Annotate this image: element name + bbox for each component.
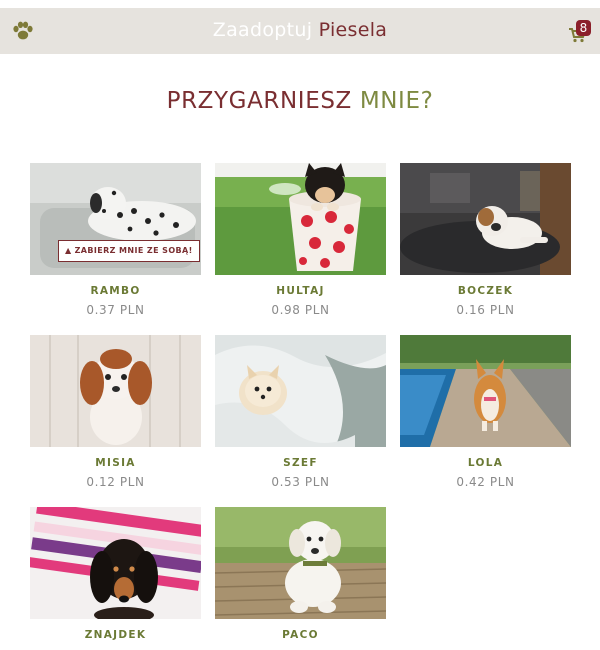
dog-card[interactable]: BOCZEK 0.16 PLN [400, 163, 571, 317]
adopt-button[interactable]: ▲ ZABIERZ MNIE ZE SOBĄ! [58, 240, 200, 262]
dog-card[interactable]: LOLA 0.42 PLN [400, 335, 571, 489]
dog-price: 0.37 PLN [86, 303, 145, 317]
dog-name[interactable]: LOLA [400, 457, 571, 469]
brand-title[interactable]: Zaadoptuj Piesela [0, 19, 600, 41]
dog-price: 0.16 PLN [456, 303, 515, 317]
page-title: PRZYGARNIESZ MNIE? [0, 88, 600, 114]
dog-photo[interactable] [30, 507, 201, 619]
dog-photo[interactable]: ▲ ZABIERZ MNIE ZE SOBĄ! [30, 163, 201, 275]
dog-name[interactable]: SZEF [215, 457, 386, 469]
dog-photo[interactable] [400, 163, 571, 275]
dog-photo[interactable] [215, 163, 386, 275]
dog-photo[interactable] [215, 507, 386, 619]
cart-count-badge: 8 [576, 20, 591, 36]
dog-card[interactable]: SZEF 0.53 PLN [215, 335, 386, 489]
dog-name[interactable]: RAMBO [30, 285, 201, 297]
brand-title-part2: Piesela [318, 19, 388, 41]
dog-card[interactable]: HULTAJ 0.98 PLN [215, 163, 386, 317]
dog-name[interactable]: PACO [215, 629, 386, 641]
dog-price: 0.98 PLN [271, 303, 330, 317]
dog-card[interactable]: MISIA 0.12 PLN [30, 335, 201, 489]
dog-name[interactable]: HULTAJ [215, 285, 386, 297]
dog-price: 0.53 PLN [271, 475, 330, 489]
dog-price: 0.12 PLN [86, 475, 145, 489]
dog-price: 0.42 PLN [456, 475, 515, 489]
dog-name[interactable]: MISIA [30, 457, 201, 469]
dog-card[interactable]: ZNAJDEK [30, 507, 201, 647]
dog-photo[interactable] [215, 335, 386, 447]
adopt-button-label: ZABIERZ MNIE ZE SOBĄ! [74, 246, 193, 255]
dog-icon: ▲ [65, 246, 72, 255]
brand-title-part1: Zaadoptuj [212, 19, 313, 41]
top-bar: Zaadoptuj Piesela 8 [0, 8, 600, 54]
dog-card[interactable]: PACO [215, 507, 386, 647]
dog-card[interactable]: ▲ ZABIERZ MNIE ZE SOBĄ! RAMBO 0.37 PLN [30, 163, 201, 317]
dog-name[interactable]: BOCZEK [400, 285, 571, 297]
page-title-part2: MNIE? [359, 88, 434, 114]
dog-photo[interactable] [30, 335, 201, 447]
dog-photo[interactable] [400, 335, 571, 447]
page-title-part1: PRZYGARNIESZ [166, 88, 352, 114]
dog-name[interactable]: ZNAJDEK [30, 629, 201, 641]
